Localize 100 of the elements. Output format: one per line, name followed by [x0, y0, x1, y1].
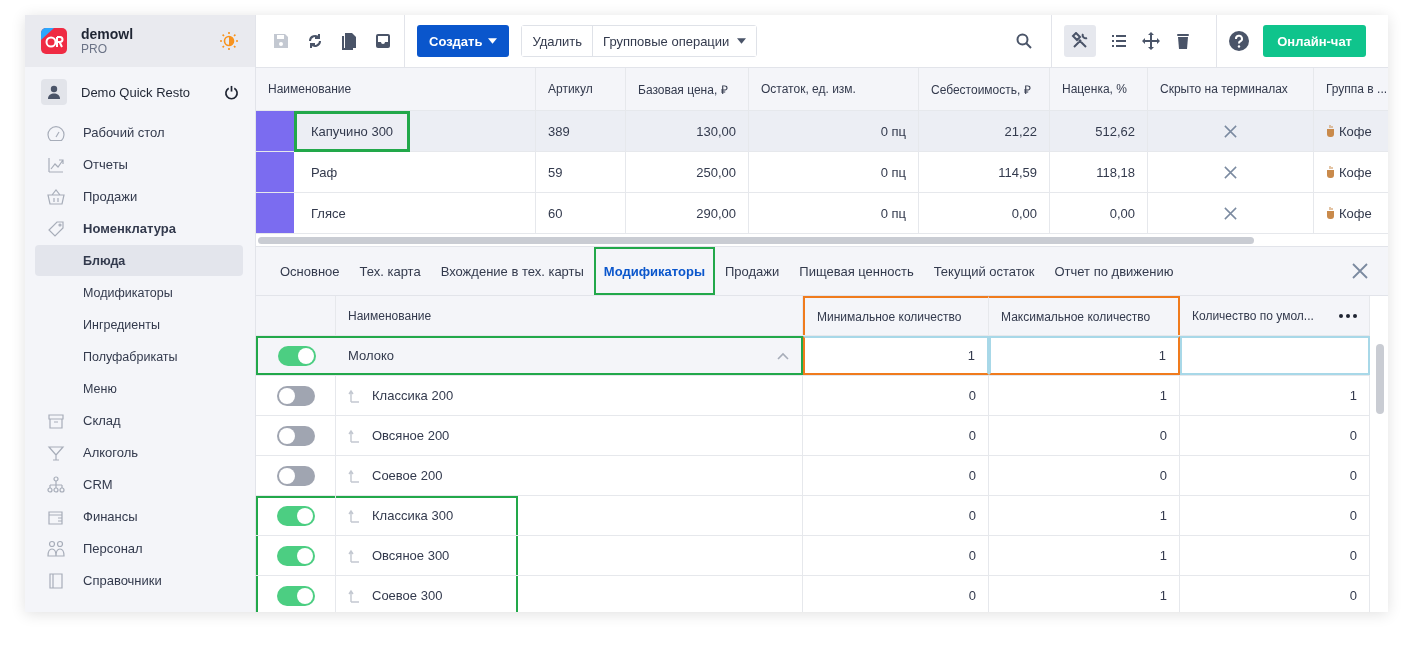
power-icon[interactable] — [224, 84, 239, 100]
table-cell: 250,00 — [626, 152, 749, 192]
sidebar-subitem[interactable]: Блюда — [35, 245, 243, 276]
column-header[interactable]: Наименование — [256, 68, 536, 110]
tab[interactable]: Отчет по движению — [1044, 247, 1184, 295]
toggle-switch[interactable] — [276, 505, 315, 526]
toggle-switch[interactable] — [276, 585, 315, 606]
toggle-switch[interactable] — [276, 425, 315, 446]
tab[interactable]: Текущий остаток — [923, 247, 1045, 295]
scrollbar-thumb[interactable] — [1376, 344, 1384, 414]
table-cell: 389 — [536, 111, 626, 151]
table-cell: 290,00 — [626, 193, 749, 233]
inbox-icon[interactable] — [374, 32, 392, 50]
table-row[interactable]: Раф 59 250,00 0 пц 114,59 118,18 Кофе — [256, 152, 1388, 193]
tab[interactable]: Модификаторы — [593, 247, 715, 295]
table-cell: 0,00 — [1050, 193, 1148, 233]
toggle-switch[interactable] — [276, 545, 315, 566]
table-row[interactable]: Капучино 300 389 130,00 0 пц 21,22 512,62 Кофе — [256, 111, 1388, 152]
tab[interactable]: Продажи — [715, 247, 790, 295]
child-arrow-icon — [348, 508, 360, 523]
table-cell: 0 — [1180, 576, 1370, 612]
nav-icon — [47, 123, 65, 142]
account-plan: PRO — [81, 42, 108, 56]
list-icon[interactable] — [1110, 32, 1129, 50]
table-cell: 1 — [1180, 376, 1370, 415]
table-cell: Классика 300 — [372, 508, 454, 523]
sidebar-item[interactable]: CRM — [35, 469, 243, 500]
tab[interactable]: Тех. карта — [349, 247, 431, 295]
group-operations-button[interactable]: Групповые операции — [592, 26, 757, 56]
table-cell: 0 — [1180, 416, 1370, 455]
theme-toggle-icon[interactable] — [219, 31, 239, 51]
table-cell: 1 — [989, 496, 1180, 535]
sidebar-item[interactable]: Номенклатура — [35, 213, 243, 244]
tab[interactable]: Основное — [270, 247, 350, 295]
move-icon[interactable] — [1142, 32, 1161, 50]
table-cell: Кофе — [1339, 123, 1372, 139]
column-header[interactable]: Скрыто на терминалах — [1148, 68, 1314, 110]
table-cell: 0 пц — [749, 193, 919, 233]
column-header[interactable]: Артикул — [536, 68, 626, 110]
child-arrow-icon — [348, 468, 360, 483]
column-header[interactable]: Количество по умол... — [1180, 296, 1370, 335]
tab[interactable]: Вхождение в тех. карты — [430, 247, 594, 295]
number-field[interactable]: 1 — [989, 336, 1180, 375]
tools-button[interactable] — [1064, 25, 1097, 57]
number-field[interactable] — [1180, 336, 1370, 375]
copy-icon[interactable] — [340, 32, 358, 50]
table-cell: 0 — [803, 496, 989, 535]
coffee-cup-icon — [1326, 125, 1336, 137]
tab[interactable]: Пищевая ценность — [789, 247, 924, 295]
number-field[interactable]: 1 — [803, 336, 989, 375]
table-cell: 0 пц — [749, 152, 919, 192]
close-icon[interactable] — [1352, 263, 1368, 279]
toggle-switch[interactable] — [276, 385, 315, 406]
table-cell: 512,62 — [1050, 111, 1148, 151]
table-cell: 0 пц — [749, 111, 919, 151]
nav-icon — [47, 539, 65, 558]
column-header[interactable]: Остаток, ед. изм. — [749, 68, 919, 110]
chevron-icon[interactable] — [777, 351, 789, 360]
column-header[interactable]: Базовая цена, ₽ — [626, 68, 749, 110]
scrollbar-thumb[interactable] — [258, 237, 1255, 244]
create-button[interactable]: Создать — [417, 25, 510, 57]
sidebar-item[interactable]: Персонал — [35, 533, 243, 564]
table-cell: 1 — [989, 536, 1180, 575]
table-cell: 0 — [1180, 456, 1370, 495]
table-cell-text: Глясе — [310, 204, 347, 223]
sidebar-subitem[interactable]: Меню — [35, 373, 243, 404]
column-header[interactable]: Себестоимость, ₽ — [919, 68, 1050, 110]
column-header[interactable]: Наименование — [336, 296, 803, 335]
table-cell: Соевое 200 — [372, 468, 443, 483]
more-icon[interactable] — [1339, 313, 1357, 318]
sidebar-subitem[interactable]: Полуфабрикаты — [35, 341, 243, 372]
coffee-cup-icon — [1326, 166, 1336, 178]
search-icon[interactable] — [1015, 32, 1034, 50]
table-cell: 0 — [1180, 536, 1370, 575]
sidebar-item[interactable]: Склад — [35, 405, 243, 436]
sidebar-item[interactable]: Продажи — [35, 181, 243, 212]
sidebar-subitem[interactable]: Ингредиенты — [35, 309, 243, 340]
table-cell: 1 — [989, 576, 1180, 612]
sidebar-item[interactable]: Алкоголь — [35, 437, 243, 468]
toggle-switch[interactable] — [278, 345, 316, 366]
table-row[interactable]: Глясе 60 290,00 0 пц 0,00 0,00 Кофе — [256, 193, 1388, 234]
table-cell: Капучино 300 — [294, 110, 411, 152]
caret-icon — [737, 38, 747, 44]
table-cell: Молоко — [348, 348, 394, 363]
toggle-switch[interactable] — [276, 465, 315, 486]
sidebar-subitem[interactable]: Модификаторы — [35, 277, 243, 308]
table-cell: 118,18 — [1050, 152, 1148, 192]
table-cell: 114,59 — [919, 152, 1050, 192]
table-cell: 130,00 — [626, 111, 749, 151]
table-cell: 1 — [989, 376, 1180, 415]
column-header[interactable]: Наценка, % — [1050, 68, 1148, 110]
sidebar-item[interactable]: Справочники — [35, 565, 243, 596]
caret-icon — [488, 38, 498, 44]
help-icon[interactable] — [1229, 31, 1250, 51]
table-cell: 60 — [536, 193, 626, 233]
sidebar-item[interactable]: Рабочий стол — [35, 117, 243, 148]
sidebar-item[interactable]: Финансы — [35, 501, 243, 532]
column-header[interactable]: Группа в ... — [1314, 68, 1388, 110]
sidebar-item[interactable]: Отчеты — [35, 149, 243, 180]
refresh-icon[interactable] — [306, 32, 324, 50]
